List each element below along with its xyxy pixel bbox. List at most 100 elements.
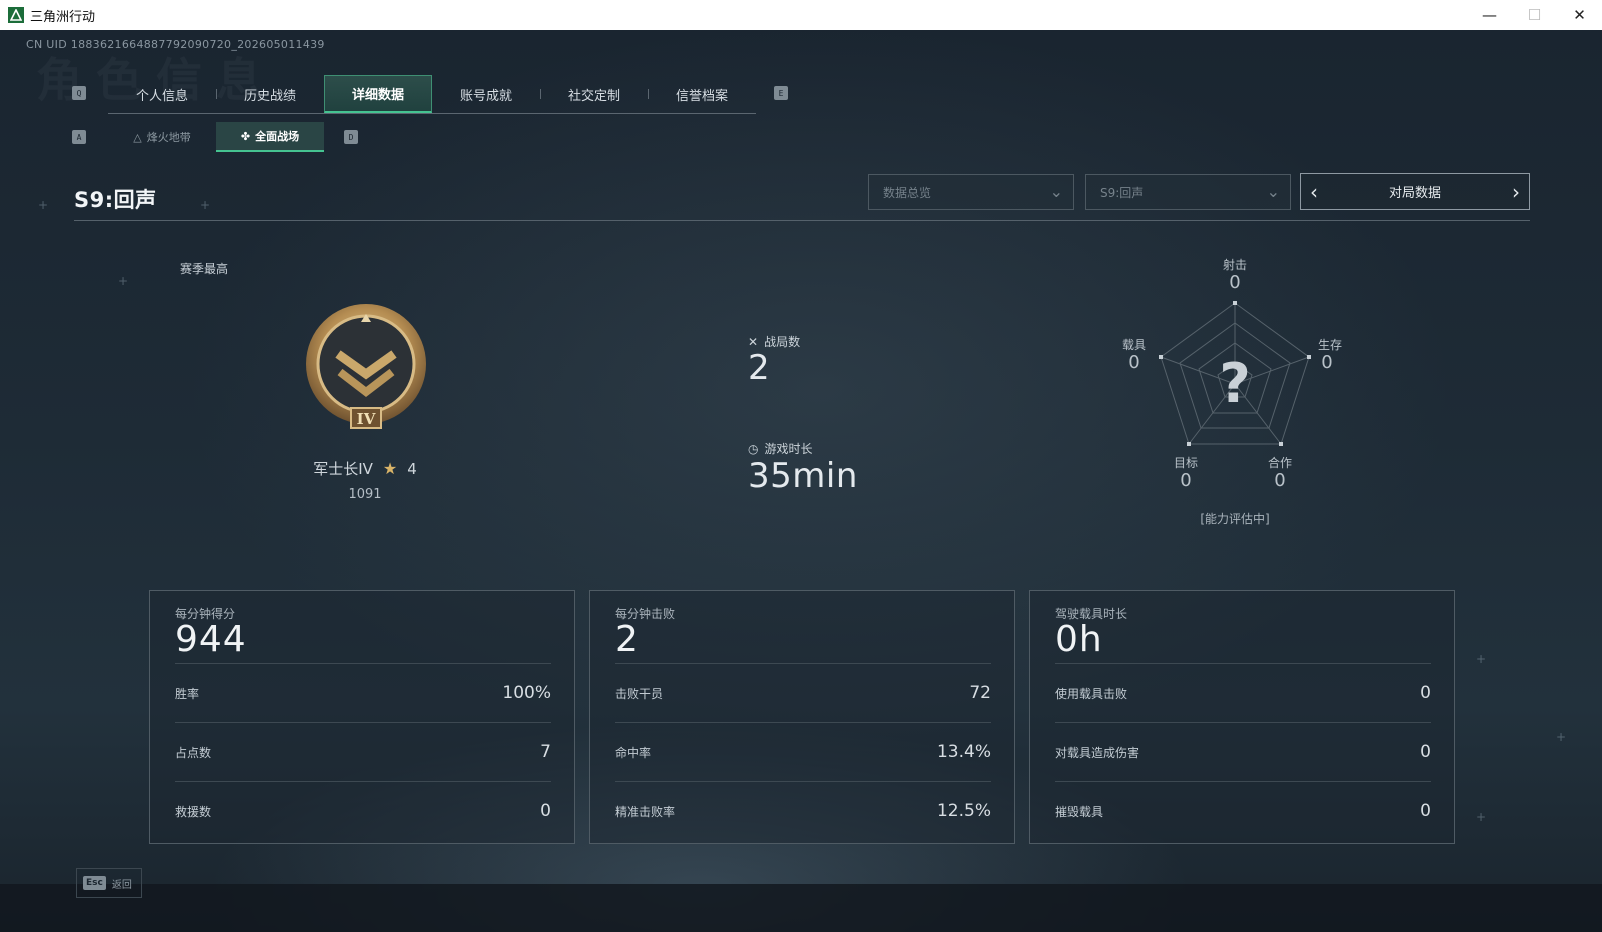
d-key-hint[interactable]: D: [344, 130, 358, 144]
window-titlebar: 三角洲行动 — ☐ ✕: [0, 0, 1602, 30]
radar-unknown-mark: ?: [1219, 352, 1251, 415]
radar-shooting-value: 0: [1229, 272, 1241, 293]
stat-card-kills: 每分钟击败 2 击败干员 72 命中率 13.4% 精准击败率 12.5%: [589, 590, 1015, 844]
stat-card-vehicle: 驾驶载具时长 0h 使用载具击败 0 对载具造成伤害 0 摧毁载具 0: [1029, 590, 1455, 844]
chevron-down-icon: ⌄: [1266, 182, 1280, 201]
esc-key-hint: Esc: [83, 876, 106, 890]
season-best-label: 赛季最高: [180, 262, 229, 276]
row-value: 0: [1420, 742, 1431, 762]
stat-card-score: 每分钟得分 944 胜率 100% 占点数 7 救援数 0: [149, 590, 575, 844]
row-value: 12.5%: [936, 801, 991, 821]
row-label: 占点数: [175, 745, 212, 760]
rank-name: 军士长IV: [313, 460, 373, 478]
back-button[interactable]: Esc 返回: [76, 868, 142, 898]
plus-decoration-icon: +: [200, 198, 211, 212]
close-button[interactable]: ✕: [1557, 0, 1602, 30]
mode-subtabs: △ 烽火地带 ✤ 全面战场: [108, 122, 324, 152]
rank-stars: 4: [407, 459, 417, 478]
plus-decoration-icon: +: [118, 274, 129, 288]
maximize-button[interactable]: ☐: [1512, 0, 1557, 30]
plus-decoration-icon: +: [1476, 810, 1487, 824]
app-logo-icon: [8, 7, 24, 23]
row-label: 摧毁载具: [1055, 804, 1104, 819]
rank-score: 1091: [348, 487, 382, 502]
chevron-down-icon: ⌄: [1049, 182, 1063, 201]
card-row: 精准击败率 12.5%: [615, 781, 991, 840]
subtab-warfare-label: 全面战场: [255, 130, 300, 143]
tab-match-history[interactable]: 历史战绩: [216, 75, 324, 113]
radar-survival-value: 0: [1321, 352, 1333, 373]
plus-decoration-icon: +: [1476, 652, 1487, 666]
row-value: 0: [540, 801, 551, 821]
uid-text: CN UID 1883621664887792090720_2026050114…: [26, 38, 325, 51]
rank-name-line: 军士长IV ★ 4: [300, 458, 430, 479]
card-big-value: 2: [615, 619, 639, 660]
season-dropdown-value: S9:回声: [1100, 185, 1144, 200]
crossed-swords-icon: ✕: [748, 334, 759, 349]
card-row: 占点数 7: [175, 722, 551, 781]
row-value: 0: [1420, 801, 1431, 821]
data-switcher: ‹ 对局数据 ›: [1300, 173, 1530, 210]
chevron-left-icon[interactable]: ‹: [1301, 180, 1327, 204]
row-value: 7: [540, 742, 551, 762]
row-value: 13.4%: [936, 742, 991, 762]
row-value: 72: [969, 683, 991, 703]
main-tabs: 个人信息 历史战绩 详细数据 账号成就 社交定制 信誉档案: [108, 75, 756, 114]
radar-status: [能力评估中]: [1200, 512, 1270, 526]
matches-value: 2: [748, 348, 771, 388]
row-label: 使用载具击败: [1055, 686, 1128, 701]
minimize-button[interactable]: —: [1467, 0, 1512, 30]
card-row: 对载具造成伤害 0: [1055, 722, 1431, 781]
plus-decoration-icon: +: [1556, 730, 1567, 744]
row-label: 对载具造成伤害: [1055, 745, 1140, 760]
back-label: 返回: [111, 879, 132, 891]
svg-text:IV: IV: [357, 410, 376, 428]
row-label: 救援数: [175, 804, 212, 819]
rank-badge-icon: IV: [302, 302, 430, 432]
card-row: 摧毁载具 0: [1055, 781, 1431, 840]
subtab-extraction[interactable]: △ 烽火地带: [108, 122, 216, 152]
season-dropdown[interactable]: S9:回声 ⌄: [1085, 174, 1291, 210]
card-row: 命中率 13.4%: [615, 722, 991, 781]
data-view-dropdown[interactable]: 数据总览 ⌄: [868, 174, 1074, 210]
switcher-label: 对局数据: [1388, 186, 1441, 201]
ability-radar: ? 射击 0 生存 0 载具 0 目标 0 合作 0 [能力评估中]: [1105, 256, 1365, 556]
plus-decoration-icon: +: [38, 198, 49, 212]
extraction-mode-icon: △: [133, 130, 142, 144]
e-key-hint[interactable]: E: [774, 86, 788, 100]
star-icon: ★: [382, 459, 398, 478]
chevron-right-icon[interactable]: ›: [1503, 180, 1529, 204]
tab-personal-info[interactable]: 个人信息: [108, 75, 216, 113]
a-key-hint[interactable]: A: [72, 130, 86, 144]
radar-objective-value: 0: [1180, 470, 1192, 491]
radar-vehicle-value: 0: [1128, 352, 1140, 373]
playtime-value: 35min: [748, 456, 858, 496]
subtab-warfare[interactable]: ✤ 全面战场: [216, 122, 324, 152]
card-row: 使用载具击败 0: [1055, 663, 1431, 722]
radar-teamwork-label: 合作: [1267, 456, 1292, 470]
radar-survival-label: 生存: [1317, 338, 1342, 352]
clock-icon: ◷: [748, 441, 759, 456]
card-big-value: 944: [175, 619, 247, 660]
tab-credit-record[interactable]: 信誉档案: [648, 75, 756, 113]
card-row: 击败干员 72: [615, 663, 991, 722]
radar-objective-label: 目标: [1173, 456, 1198, 470]
row-label: 命中率: [615, 745, 652, 760]
bottom-bar: [0, 884, 1602, 932]
game-screen: 角色信息 CN UID 1883621664887792090720_20260…: [0, 30, 1602, 932]
card-big-value: 0h: [1055, 619, 1103, 660]
radar-shooting-label: 射击: [1222, 258, 1247, 272]
playtime-label: 游戏时长: [764, 442, 813, 456]
row-value: 100%: [502, 683, 551, 703]
tab-social[interactable]: 社交定制: [540, 75, 648, 113]
card-row: 救援数 0: [175, 781, 551, 840]
radar-teamwork-value: 0: [1274, 470, 1286, 491]
tab-detailed-data[interactable]: 详细数据: [324, 75, 432, 113]
tab-achievements[interactable]: 账号成就: [432, 75, 540, 113]
row-value: 0: [1420, 683, 1431, 703]
card-row: 胜率 100%: [175, 663, 551, 722]
q-key-hint[interactable]: Q: [72, 86, 86, 100]
row-label: 胜率: [175, 686, 200, 701]
row-label: 精准击败率: [615, 804, 676, 819]
row-label: 击败干员: [615, 686, 664, 701]
